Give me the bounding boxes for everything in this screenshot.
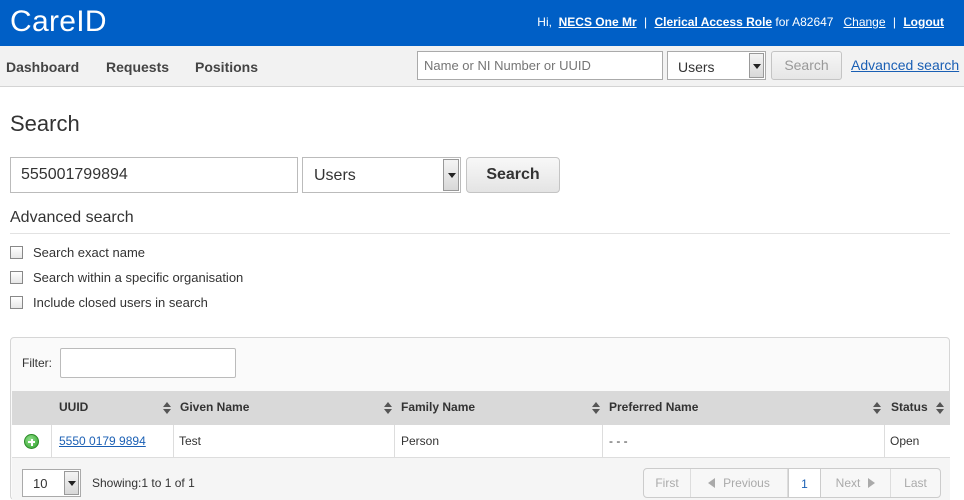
page-title: Search bbox=[10, 111, 80, 136]
user-bar: Hi, NECS One Mr | Clerical Access Role f… bbox=[537, 15, 944, 29]
chevron-down-icon bbox=[64, 471, 79, 495]
search-input[interactable]: 555001799894 bbox=[10, 157, 298, 193]
advanced-search-link[interactable]: Advanced search bbox=[851, 57, 959, 73]
divider bbox=[173, 425, 174, 458]
greeting-text: Hi, bbox=[537, 15, 552, 29]
specific-org-checkbox[interactable] bbox=[10, 271, 23, 284]
chevron-down-icon bbox=[749, 53, 764, 78]
page-size-select[interactable]: 10 bbox=[22, 469, 81, 497]
col-preferred-name[interactable]: Preferred Name bbox=[609, 400, 698, 414]
quick-search-type-select[interactable]: Users bbox=[667, 51, 766, 80]
app-header: CareID Hi, NECS One Mr | Clerical Access… bbox=[0, 0, 964, 46]
status-cell: Open bbox=[890, 434, 920, 448]
previous-label: Previous bbox=[723, 476, 770, 490]
app-logo: CareID bbox=[10, 5, 107, 38]
nav-requests[interactable]: Requests bbox=[106, 59, 169, 75]
previous-page-button[interactable]: Previous bbox=[691, 469, 788, 497]
user-name-link[interactable]: NECS One Mr bbox=[559, 15, 637, 29]
table-header: UUID Given Name Family Name Preferred Na… bbox=[12, 391, 950, 425]
option-label: Search exact name bbox=[33, 245, 146, 260]
sort-icon[interactable] bbox=[592, 402, 601, 415]
sort-icon[interactable] bbox=[163, 402, 172, 415]
advanced-search-heading: Advanced search bbox=[10, 209, 134, 226]
change-role-link[interactable]: Change bbox=[843, 15, 885, 29]
exact-name-checkbox[interactable] bbox=[10, 246, 23, 259]
next-page-button[interactable]: Next bbox=[821, 469, 891, 497]
chevron-down-icon bbox=[443, 159, 459, 191]
preferred-name-cell: - - - bbox=[609, 434, 628, 448]
filter-label: Filter: bbox=[22, 356, 52, 370]
quick-search-type-value: Users bbox=[678, 59, 715, 75]
option-label: Search within a specific organisation bbox=[33, 270, 244, 285]
search-button[interactable]: Search bbox=[466, 157, 560, 193]
nav-positions[interactable]: Positions bbox=[195, 59, 258, 75]
last-page-button[interactable]: Last bbox=[891, 469, 940, 497]
col-status[interactable]: Status bbox=[891, 400, 928, 414]
page-size-value: 10 bbox=[33, 476, 48, 491]
separator: | bbox=[643, 15, 648, 29]
divider bbox=[51, 425, 52, 458]
table-row: 5550 0179 9894 Test Person - - - Open bbox=[12, 425, 950, 458]
sort-icon[interactable] bbox=[873, 402, 882, 415]
next-label: Next bbox=[835, 476, 861, 490]
arrow-left-icon bbox=[708, 477, 716, 488]
option-label: Include closed users in search bbox=[33, 295, 208, 310]
showing-count: Showing:1 to 1 of 1 bbox=[92, 476, 195, 490]
given-name-cell: Test bbox=[179, 434, 202, 448]
page-1-button[interactable]: 1 bbox=[788, 468, 821, 498]
expand-row-icon[interactable] bbox=[24, 434, 39, 449]
nav-dashboard[interactable]: Dashboard bbox=[6, 59, 79, 75]
col-family-name[interactable]: Family Name bbox=[401, 400, 475, 414]
logout-link[interactable]: Logout bbox=[903, 15, 944, 29]
table-footer: 10 Showing:1 to 1 of 1 First Previous 1 … bbox=[12, 458, 950, 500]
divider bbox=[602, 425, 603, 458]
search-type-value: Users bbox=[314, 167, 356, 184]
separator: | bbox=[892, 15, 896, 29]
divider bbox=[394, 425, 395, 458]
closed-users-checkbox[interactable] bbox=[10, 296, 23, 309]
filter-input[interactable] bbox=[60, 348, 236, 378]
results-panel: Filter: UUID Given Name Family Name Pref… bbox=[10, 337, 950, 500]
sort-icon[interactable] bbox=[384, 402, 393, 415]
search-type-select[interactable]: Users bbox=[302, 157, 461, 193]
arrow-right-icon bbox=[868, 477, 876, 488]
nav-bar: Dashboard Requests Positions Users Searc… bbox=[0, 46, 964, 87]
uuid-link[interactable]: 5550 0179 9894 bbox=[59, 434, 146, 448]
role-suffix: for A82647 bbox=[772, 15, 834, 29]
first-page-button[interactable]: First bbox=[644, 469, 691, 497]
col-given-name[interactable]: Given Name bbox=[180, 400, 249, 414]
quick-search-button[interactable]: Search bbox=[771, 51, 842, 80]
quick-search-input[interactable] bbox=[417, 51, 663, 80]
sort-icon[interactable] bbox=[936, 402, 945, 415]
family-name-cell: Person bbox=[401, 434, 440, 448]
divider bbox=[10, 233, 950, 234]
pagination: First Previous 1 Next Last bbox=[643, 468, 941, 498]
divider bbox=[884, 425, 885, 458]
col-uuid[interactable]: UUID bbox=[59, 400, 88, 414]
role-link[interactable]: Clerical Access Role bbox=[654, 15, 772, 29]
